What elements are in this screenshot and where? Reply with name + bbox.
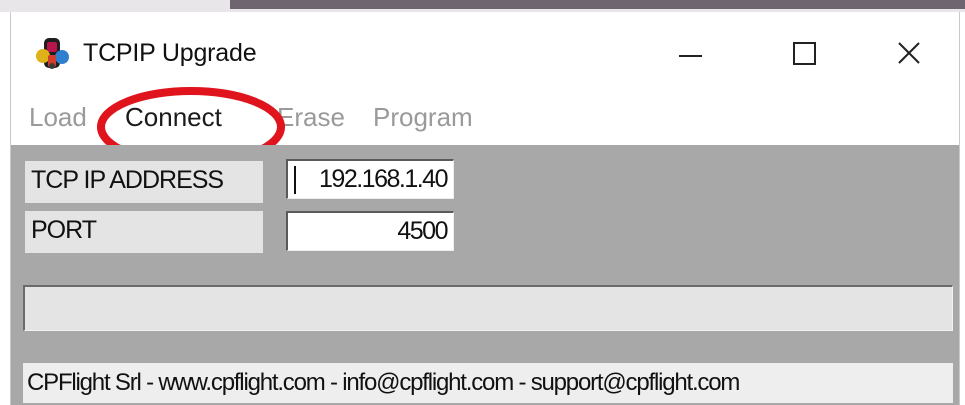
app-icon [35, 36, 71, 72]
minimize-button[interactable] [669, 34, 713, 74]
menu-connect[interactable]: Connect [125, 102, 222, 133]
menu-erase[interactable]: Erase [277, 102, 345, 133]
close-button[interactable] [887, 34, 931, 74]
maximize-icon [793, 42, 816, 65]
screen-top-edge [0, 0, 965, 12]
menu-load[interactable]: Load [29, 102, 87, 133]
window-title: TCPIP Upgrade [83, 39, 257, 67]
port-input[interactable]: 4500 [286, 211, 454, 251]
tcpip-upgrade-window: TCPIP Upgrade Load Connect Erase Program… [10, 12, 960, 405]
minimize-icon [679, 55, 702, 57]
text-cursor [294, 166, 296, 194]
maximize-button[interactable] [783, 34, 827, 74]
progress-bar [23, 285, 953, 331]
port-label: PORT [25, 211, 263, 253]
title-bar[interactable]: TCPIP Upgrade [11, 12, 959, 87]
port-value: 4500 [397, 217, 448, 245]
status-bar: CPFlight Srl - www.cpflight.com - info@c… [23, 363, 953, 403]
background-window-edge [230, 0, 965, 9]
ip-address-input[interactable]: 192.168.1.40 [286, 159, 454, 199]
client-area: TCP IP ADDRESS 192.168.1.40 PORT 4500 CP… [11, 145, 959, 405]
menu-program[interactable]: Program [373, 102, 473, 133]
ip-address-value: 192.168.1.40 [319, 165, 448, 193]
close-icon [898, 42, 920, 64]
menu-bar: Load Connect Erase Program [11, 92, 959, 144]
ip-address-label: TCP IP ADDRESS [25, 161, 263, 203]
